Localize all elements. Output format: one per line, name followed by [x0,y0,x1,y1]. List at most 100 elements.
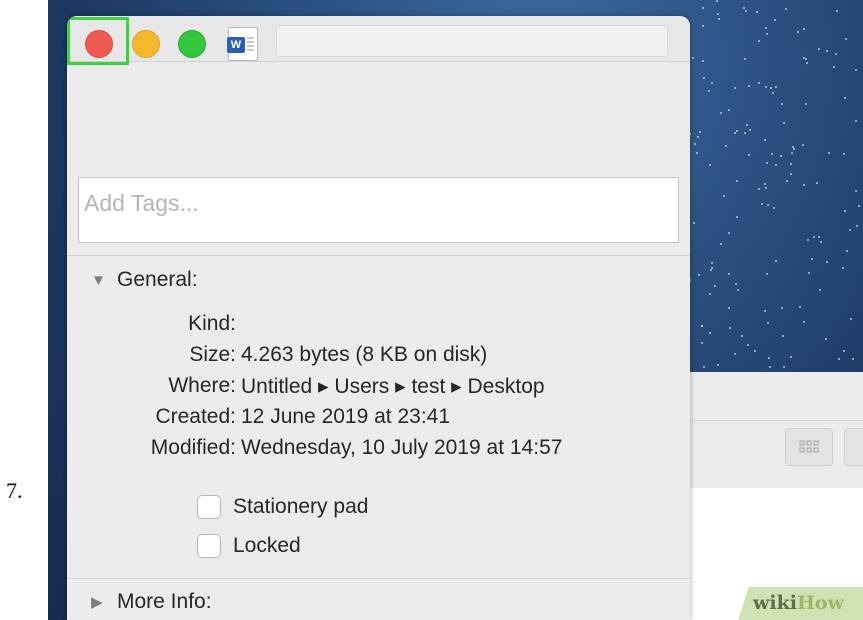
star [775,164,777,166]
list-view-button[interactable] [844,428,863,466]
star [770,87,772,89]
star [729,327,731,329]
star [807,239,809,241]
tags-field[interactable] [78,177,679,243]
watermark-wiki: wiki [753,592,797,614]
star [720,112,722,114]
window-title-field [276,25,668,57]
size-value: 4.263 bytes (8 KB on disk) [241,343,488,366]
star [826,261,828,263]
disclosure-triangle-right-icon: ▶ [91,594,103,611]
star [842,267,844,269]
star [701,325,703,327]
star [811,258,813,260]
star [768,357,770,359]
star [746,124,748,126]
more-info-section-toggle[interactable]: ▶ More Info: [91,590,212,614]
star [856,225,858,227]
star [803,321,805,323]
created-label: Created: [155,405,236,428]
size-label: Size: [189,343,236,366]
info-row-size: Size: 4.263 bytes (8 KB on disk) [67,343,690,373]
star [747,344,749,346]
star [781,103,783,105]
star [701,342,703,344]
star [711,267,713,269]
star [764,310,766,312]
star [692,57,694,59]
star [816,182,818,184]
title-bar: W [67,16,690,65]
zoom-button[interactable] [178,30,206,58]
tags-input[interactable] [82,182,666,224]
star [765,187,767,189]
star [793,148,795,150]
star [802,144,804,146]
document-lines [247,37,254,53]
star [749,129,751,131]
star [836,10,838,12]
star [774,19,776,21]
star [766,162,768,164]
star [764,139,766,141]
star [785,8,787,10]
star [786,180,788,182]
star [783,122,785,124]
star [736,180,738,182]
star [833,66,835,68]
star [694,143,696,145]
general-section-toggle[interactable]: ▼ General: [91,268,198,292]
star [844,97,846,99]
star [720,243,722,245]
star [803,184,805,186]
locked-checkbox[interactable] [197,534,221,558]
star [846,250,848,252]
stationery-pad-label: Stationery pad [233,495,369,518]
locked-label: Locked [233,534,301,557]
more-info-section-title: More Info: [117,590,212,613]
star [717,13,719,15]
screenshot-area: wikiHow W ▼ General: Kind: Size: [48,0,863,620]
star [826,50,828,52]
icon-view-button[interactable] [785,428,833,466]
star [845,38,847,40]
star [781,307,783,309]
locked-option[interactable]: Locked [197,534,301,558]
star [702,7,704,9]
star [718,18,720,20]
star [697,136,699,138]
star [735,283,737,285]
star [737,289,739,291]
info-row-where: Where: Untitled ▸ Users ▸ test ▸ Desktop [67,374,690,404]
star [858,205,860,207]
stationery-pad-checkbox[interactable] [197,495,221,519]
star [828,152,830,154]
star [766,273,768,275]
star [843,350,845,352]
star [743,7,745,9]
star [813,236,815,238]
star [754,350,756,352]
star [806,62,808,64]
star [819,289,821,291]
star [716,0,718,2]
star [708,90,710,92]
star [775,260,777,262]
star [808,272,810,274]
star [820,241,822,243]
star [844,210,846,212]
star [818,48,820,50]
star [734,132,736,134]
star [728,273,730,275]
star [711,82,713,84]
stationery-pad-option[interactable]: Stationery pad [197,495,368,519]
star [744,58,746,60]
star [758,188,760,190]
star [775,86,777,88]
minimize-button[interactable] [132,30,160,58]
star [773,207,775,209]
star [790,173,792,175]
close-button-highlight [67,17,129,65]
star [702,60,704,62]
where-value: Untitled ▸ Users ▸ test ▸ Desktop [241,375,545,398]
